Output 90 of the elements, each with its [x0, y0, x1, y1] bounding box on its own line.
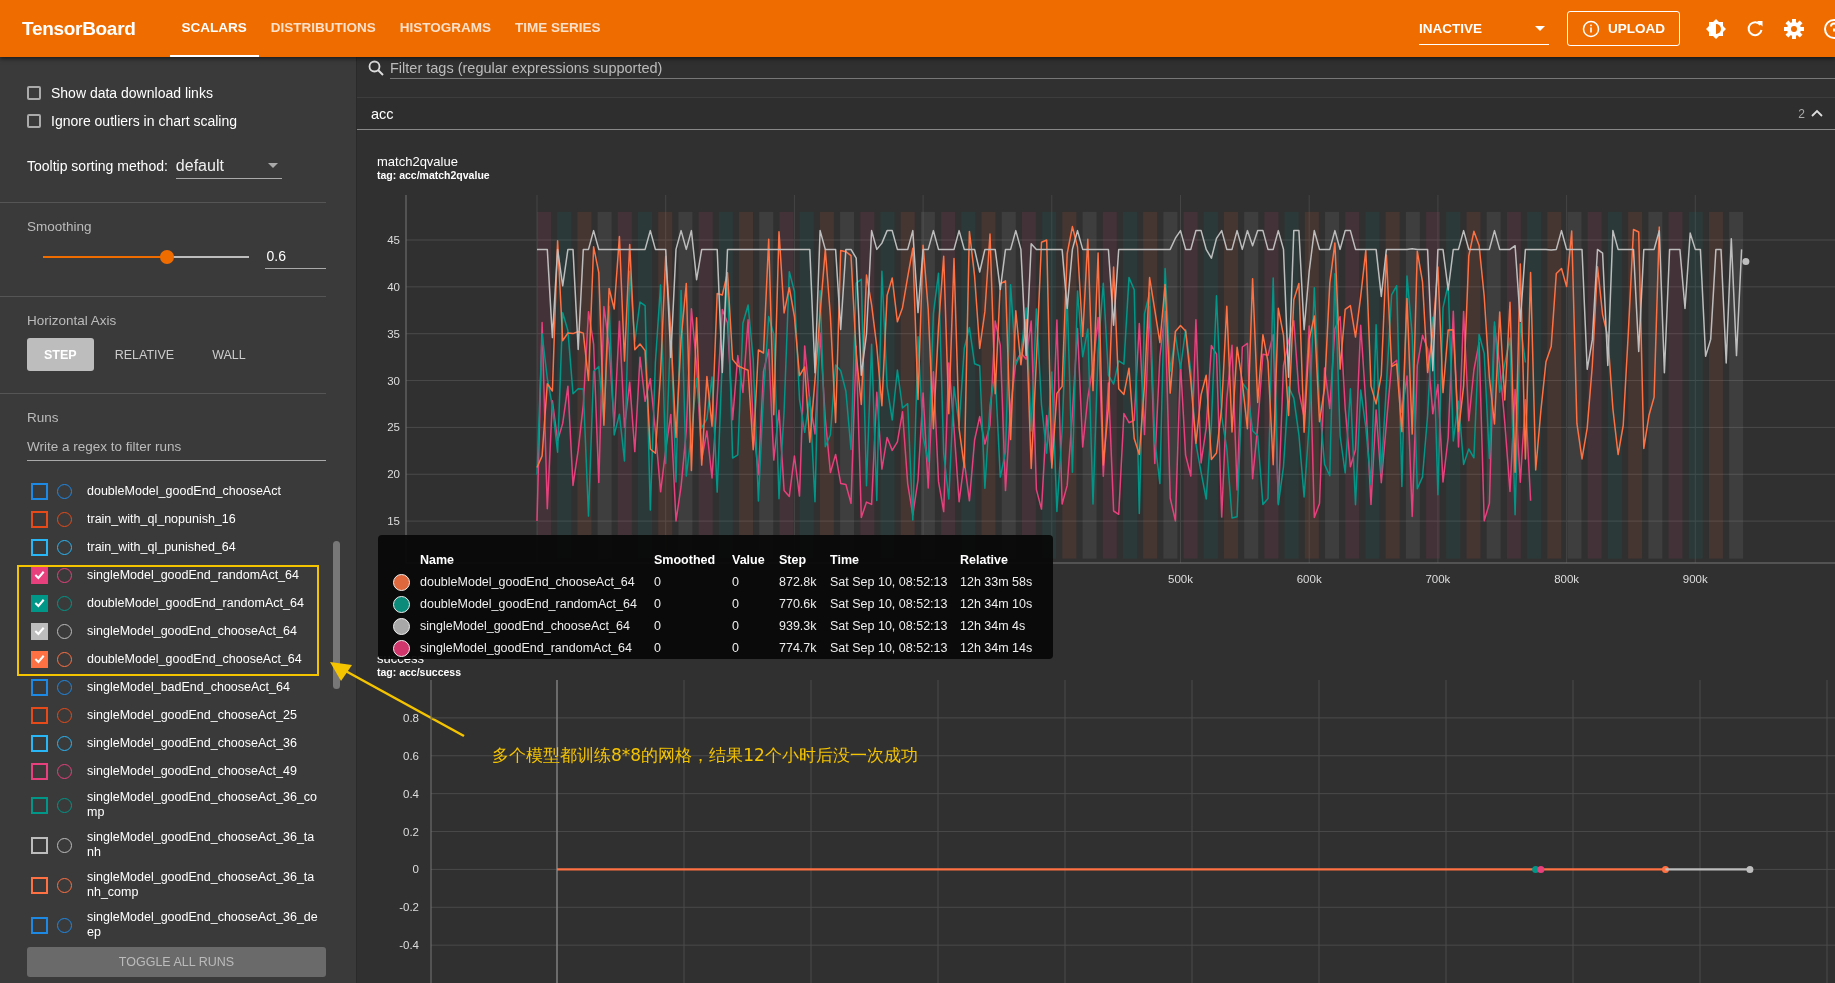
- table-cell-text: 872.8k: [779, 575, 818, 589]
- table-cell-text: 0: [654, 597, 662, 611]
- axis-tick-label: 0: [412, 863, 419, 876]
- sort-dropdown[interactable]: default: [175, 153, 282, 179]
- table-cell-text: 0: [654, 641, 662, 655]
- run-name: singleModel_goodEnd_chooseAct_36_deep: [87, 910, 319, 940]
- run-name: singleModel_goodEnd_chooseAct_64: [87, 623, 298, 639]
- axis-tick-label: 0.6: [403, 749, 419, 762]
- run-name: singleModel_goodEnd_randomAct_64: [87, 567, 300, 583]
- status-dropdown[interactable]: INACTIVE: [1419, 12, 1549, 45]
- axis-tick-label: 45: [387, 234, 400, 246]
- table-cell-text: Sat Sep 10, 08:52:13: [830, 619, 949, 633]
- toggle-all-button[interactable]: TOGGLE ALL RUNS: [27, 947, 326, 977]
- table-cell-text: 774.7k: [779, 641, 818, 655]
- axis-tick-label: -0.2: [399, 901, 419, 914]
- axis-tick-label: 15: [387, 515, 400, 528]
- run-name: train_with_ql_nopunish_16: [87, 511, 237, 527]
- table-cell-text: 770.6k: [779, 597, 818, 611]
- table-cell-text: doubleModel_goodEnd_randomAct_64: [420, 597, 638, 611]
- run-filter-field[interactable]: Write a regex to filter runs: [27, 425, 326, 461]
- run-name: doubleModel_goodEnd_chooseAct: [87, 483, 282, 499]
- app-title: TensorBoard: [22, 17, 136, 40]
- run-name: singleModel_goodEnd_chooseAct_36_tanh_comp: [87, 870, 316, 900]
- axis-tick-label: 20: [387, 468, 400, 481]
- column-header: Value: [732, 553, 766, 567]
- axis-tick-label: -0.4: [399, 939, 419, 952]
- run-name: singleModel_goodEnd_chooseAct_36_comp: [87, 790, 319, 820]
- run-name: singleModel_goodEnd_chooseAct_36_tanh: [87, 830, 316, 860]
- axis-tick-label: 35: [387, 327, 400, 340]
- option-label: Ignore outliers in chart scaling: [51, 113, 237, 129]
- table-cell-text: 0: [654, 575, 662, 589]
- run-name: doubleModel_goodEnd_randomAct_64: [87, 595, 305, 611]
- section-label: Smoothing: [27, 219, 93, 234]
- column-header: Time: [830, 553, 860, 567]
- table-cell-text: 939.3k: [779, 619, 818, 633]
- axis-tick-label: 40: [387, 280, 400, 293]
- nav-tab[interactable]: HISTOGRAMS: [387, 0, 504, 57]
- table-cell-text: 0: [654, 619, 662, 633]
- group-header[interactable]: acc 2: [357, 97, 1835, 130]
- sort-label: Tooltip sorting method:: [27, 158, 168, 174]
- section-label: Runs: [27, 410, 60, 425]
- run-name: singleModel_goodEnd_chooseAct_25: [87, 707, 298, 723]
- chart-tag: tag: acc/success: [377, 666, 1835, 678]
- nav-tab[interactable]: DISTRIBUTIONS: [258, 0, 388, 57]
- axis-tick-label: 600k: [1296, 573, 1322, 585]
- axis-tick-label: 0.8: [403, 711, 419, 724]
- group-name: acc: [371, 105, 395, 122]
- nav-tab[interactable]: TIME SERIES: [503, 0, 613, 57]
- axis-tick-label: 500k: [1168, 573, 1193, 585]
- axis-tick-label: 25: [387, 421, 400, 434]
- run-name: train_with_ql_punished_64: [87, 539, 237, 555]
- run-name: singleModel_goodEnd_chooseAct_36: [87, 735, 298, 751]
- axis-toggle[interactable]: RELATIVE: [97, 338, 192, 371]
- annotation-note: 多个模型都训练8*8的网格，结果12个小时后没一次成功: [492, 744, 918, 767]
- column-header: Smoothed: [654, 553, 717, 567]
- column-header: Relative: [960, 553, 1009, 567]
- table-cell-text: singleModel_goodEnd_chooseAct_64: [420, 619, 631, 633]
- table-cell-text: 0: [732, 619, 740, 633]
- axis-toggle[interactable]: WALL: [195, 338, 263, 371]
- axis-tick-label: 800k: [1554, 573, 1580, 585]
- column-header: Name: [420, 553, 456, 567]
- axis-tick-label: 700k: [1425, 573, 1451, 585]
- section-label: Horizontal Axis: [27, 313, 118, 328]
- run-name: doubleModel_goodEnd_chooseAct_64: [87, 651, 303, 667]
- table-cell-text: Sat Sep 10, 08:52:13: [830, 597, 949, 611]
- option-label: Show data download links: [51, 85, 213, 101]
- table-cell-text: 12h 34m 4s: [960, 619, 1027, 633]
- table-cell-text: 12h 34m 10s: [960, 597, 1034, 611]
- axis-toggle[interactable]: STEP: [27, 338, 94, 371]
- axis-tick-label: 30: [387, 374, 400, 387]
- chart-tag: tag: acc/match2qvalue: [377, 169, 1835, 181]
- column-header: Step: [779, 553, 808, 567]
- axis-tick-label: 900k: [1682, 573, 1708, 585]
- table-cell-text: 0: [732, 597, 740, 611]
- run-name: singleModel_badEnd_chooseAct_64: [87, 679, 291, 695]
- axis-tick-label: 0.4: [403, 787, 419, 800]
- upload-button[interactable]: UPLOAD: [1567, 11, 1680, 46]
- table-cell-text: 0: [732, 641, 740, 655]
- table-cell-text: Sat Sep 10, 08:52:13: [830, 575, 949, 589]
- group-count: 2: [1798, 106, 1805, 121]
- table-cell-text: 12h 33m 58s: [960, 575, 1034, 589]
- tag-filter-field[interactable]: Filter tags (regular expressions supported): [390, 57, 1835, 79]
- table-cell-text: Sat Sep 10, 08:52:13: [830, 641, 949, 655]
- axis-tick-label: 0.2: [403, 825, 419, 838]
- smoothing-input[interactable]: 0.6: [265, 244, 326, 269]
- table-cell-text: 12h 34m 14s: [960, 641, 1034, 655]
- run-name: singleModel_goodEnd_chooseAct_49: [87, 763, 298, 779]
- table-cell-text: doubleModel_goodEnd_chooseAct_64: [420, 575, 636, 589]
- table-cell-text: 0: [732, 575, 740, 589]
- chart-title: match2qvalue: [377, 154, 459, 169]
